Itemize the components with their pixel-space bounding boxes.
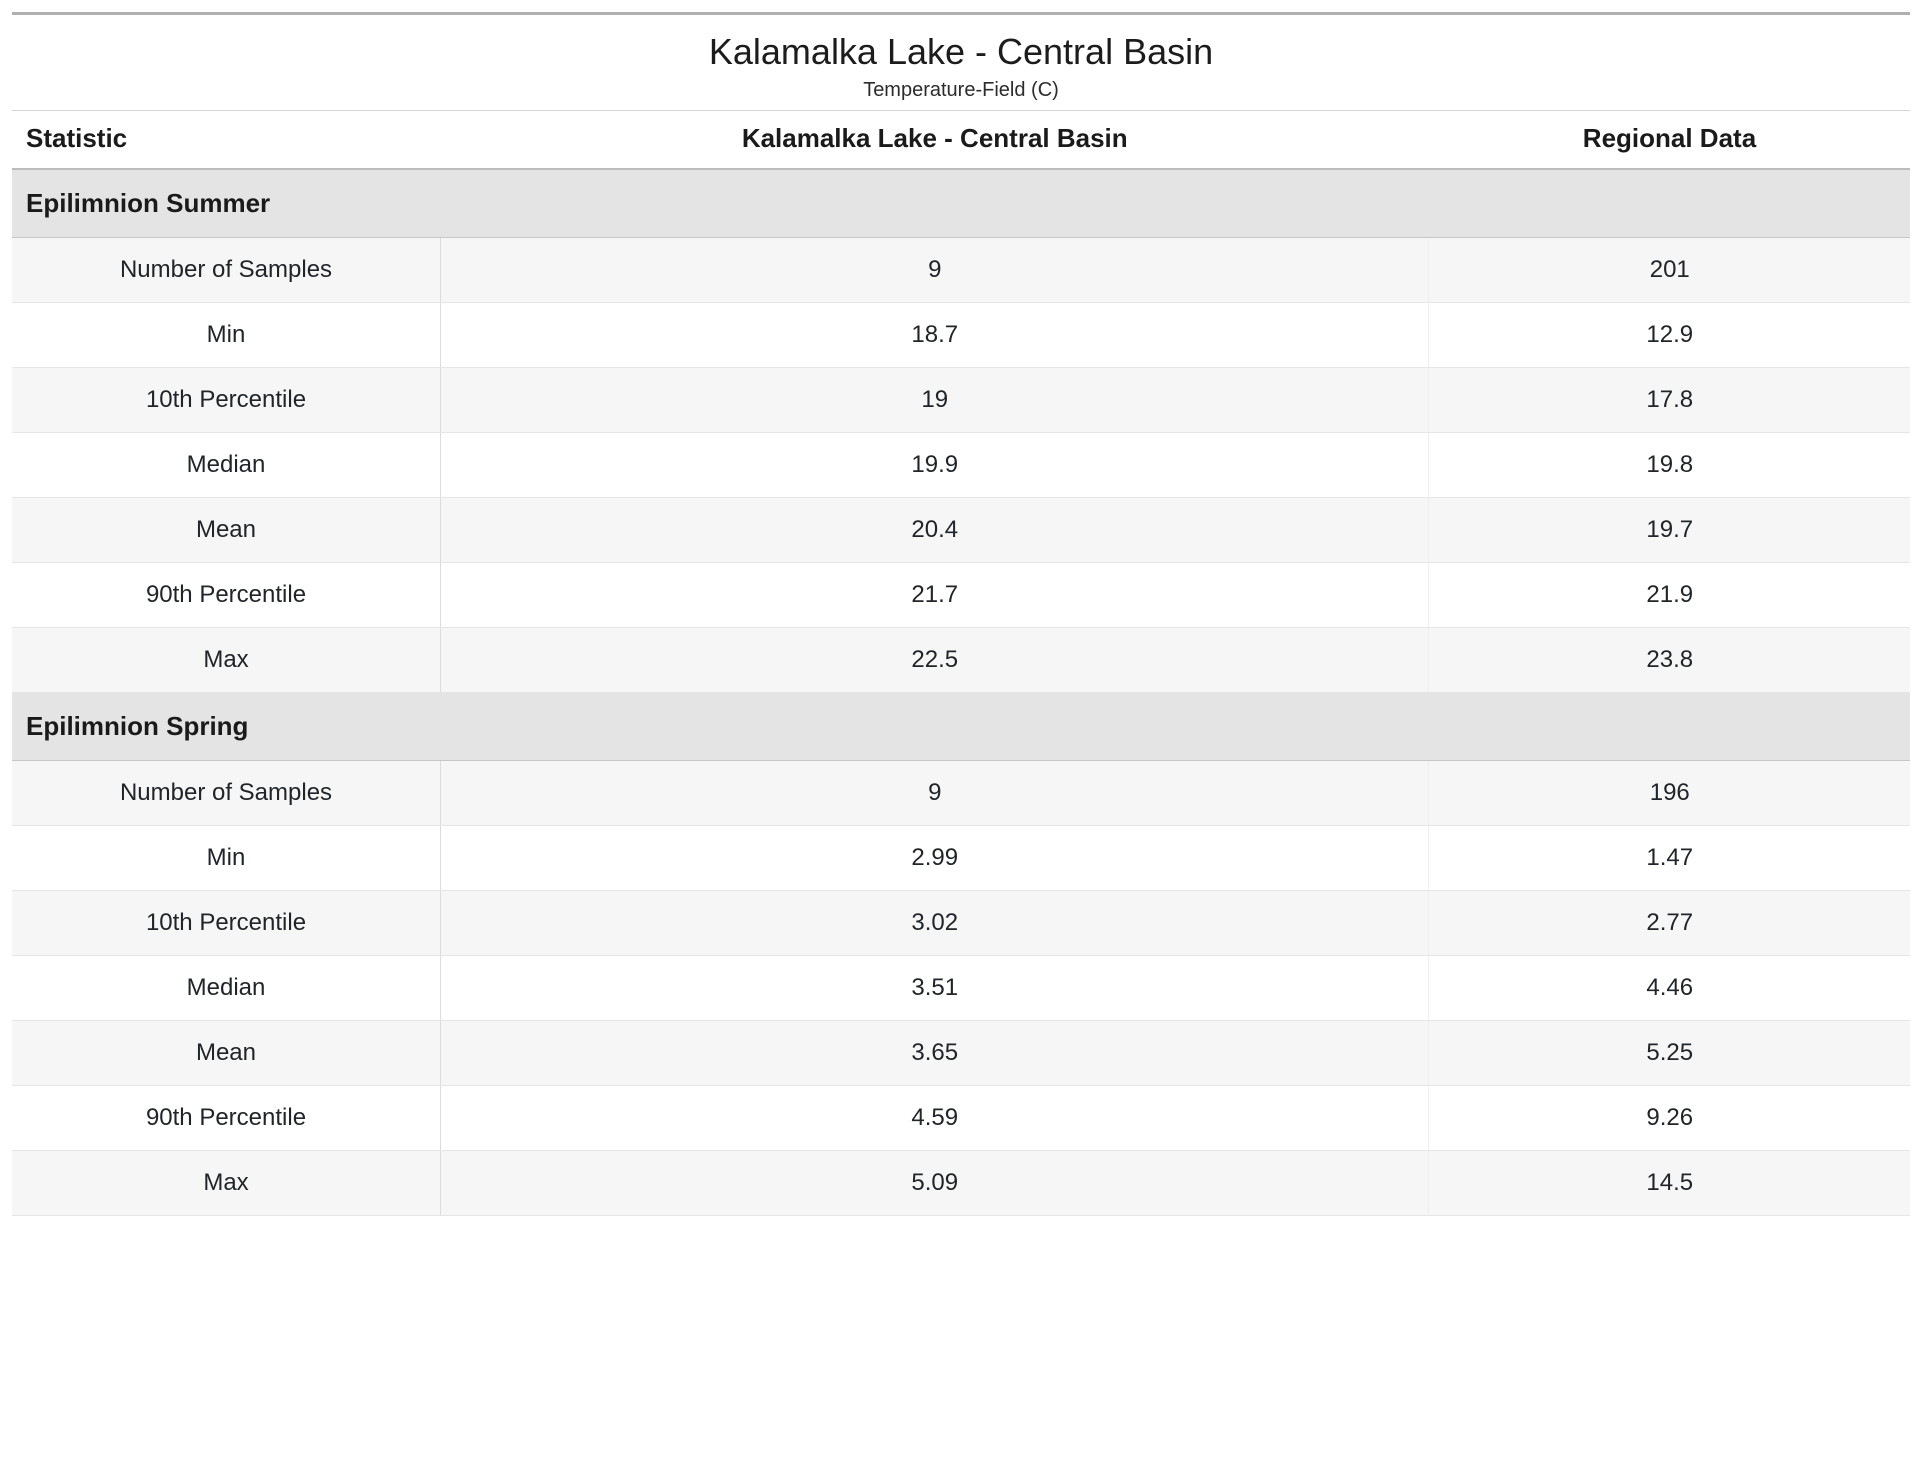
table-row: 90th Percentile21.721.9 [12, 563, 1910, 628]
section-header-row: Epilimnion Summer [12, 169, 1910, 238]
cell-local: 2.99 [441, 826, 1429, 891]
cell-local: 20.4 [441, 498, 1429, 563]
cell-statistic: Number of Samples [12, 761, 441, 826]
table-row: 10th Percentile3.022.77 [12, 891, 1910, 956]
cell-local: 3.65 [441, 1021, 1429, 1086]
table-row: Max22.523.8 [12, 628, 1910, 693]
cell-local: 21.7 [441, 563, 1429, 628]
col-regional: Regional Data [1429, 111, 1910, 169]
cell-statistic: 10th Percentile [12, 368, 441, 433]
table-row: Mean20.419.7 [12, 498, 1910, 563]
cell-local: 9 [441, 761, 1429, 826]
section-header-row: Epilimnion Spring [12, 693, 1910, 761]
page-subtitle: Temperature-Field (C) [12, 79, 1910, 102]
cell-regional: 23.8 [1429, 628, 1910, 693]
cell-statistic: 10th Percentile [12, 891, 441, 956]
title-block: Kalamalka Lake - Central Basin Temperatu… [12, 15, 1910, 111]
cell-statistic: Number of Samples [12, 238, 441, 303]
col-local: Kalamalka Lake - Central Basin [441, 111, 1429, 169]
cell-statistic: Max [12, 1151, 441, 1216]
cell-statistic: Mean [12, 1021, 441, 1086]
cell-statistic: Max [12, 628, 441, 693]
cell-regional: 5.25 [1429, 1021, 1910, 1086]
cell-regional: 1.47 [1429, 826, 1910, 891]
table-row: Number of Samples9201 [12, 238, 1910, 303]
cell-statistic: Min [12, 303, 441, 368]
table-row: Median3.514.46 [12, 956, 1910, 1021]
cell-regional: 17.8 [1429, 368, 1910, 433]
cell-regional: 2.77 [1429, 891, 1910, 956]
col-statistic: Statistic [12, 111, 441, 169]
cell-local: 5.09 [441, 1151, 1429, 1216]
cell-local: 22.5 [441, 628, 1429, 693]
section-title: Epilimnion Summer [12, 169, 1910, 238]
page-title: Kalamalka Lake - Central Basin [12, 31, 1910, 73]
cell-regional: 196 [1429, 761, 1910, 826]
table-body: Epilimnion SummerNumber of Samples9201Mi… [12, 169, 1910, 1216]
cell-local: 19.9 [441, 433, 1429, 498]
cell-regional: 19.7 [1429, 498, 1910, 563]
cell-regional: 21.9 [1429, 563, 1910, 628]
cell-statistic: 90th Percentile [12, 563, 441, 628]
cell-local: 3.02 [441, 891, 1429, 956]
cell-local: 9 [441, 238, 1429, 303]
cell-statistic: 90th Percentile [12, 1086, 441, 1151]
cell-regional: 19.8 [1429, 433, 1910, 498]
cell-statistic: Median [12, 956, 441, 1021]
cell-statistic: Min [12, 826, 441, 891]
cell-regional: 9.26 [1429, 1086, 1910, 1151]
table-row: 90th Percentile4.599.26 [12, 1086, 1910, 1151]
table-row: Number of Samples9196 [12, 761, 1910, 826]
table-row: Max5.0914.5 [12, 1151, 1910, 1216]
table-row: Mean3.655.25 [12, 1021, 1910, 1086]
cell-regional: 14.5 [1429, 1151, 1910, 1216]
table-row: Min2.991.47 [12, 826, 1910, 891]
section-title: Epilimnion Spring [12, 693, 1910, 761]
cell-local: 3.51 [441, 956, 1429, 1021]
column-header-row: Statistic Kalamalka Lake - Central Basin… [12, 111, 1910, 169]
cell-regional: 201 [1429, 238, 1910, 303]
table-row: 10th Percentile1917.8 [12, 368, 1910, 433]
cell-regional: 4.46 [1429, 956, 1910, 1021]
cell-statistic: Median [12, 433, 441, 498]
cell-regional: 12.9 [1429, 303, 1910, 368]
report-container: Kalamalka Lake - Central Basin Temperatu… [12, 12, 1910, 1216]
cell-local: 19 [441, 368, 1429, 433]
table-row: Median19.919.8 [12, 433, 1910, 498]
cell-local: 4.59 [441, 1086, 1429, 1151]
table-row: Min18.712.9 [12, 303, 1910, 368]
cell-statistic: Mean [12, 498, 441, 563]
cell-local: 18.7 [441, 303, 1429, 368]
stats-table: Statistic Kalamalka Lake - Central Basin… [12, 111, 1910, 1216]
